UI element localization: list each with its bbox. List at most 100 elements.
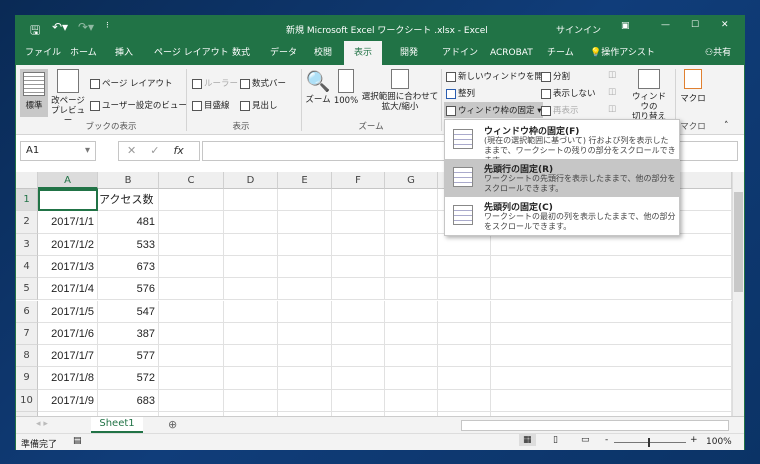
cell[interactable] [278, 367, 332, 390]
cell[interactable] [438, 255, 491, 279]
tab-view[interactable]: 表示 [344, 41, 383, 65]
sync-scroll-icon[interactable]: ◫ [608, 87, 616, 97]
cell[interactable] [159, 189, 224, 212]
cancel-icon[interactable]: ✕ [127, 144, 136, 157]
column-header-C[interactable]: C [159, 172, 224, 189]
zoom-slider[interactable] [614, 438, 686, 447]
cell[interactable]: 387 [98, 322, 159, 346]
tab-file[interactable]: ファイル [19, 41, 67, 65]
cell[interactable] [224, 255, 278, 279]
cell[interactable]: アクセス数 [98, 189, 159, 212]
cell[interactable] [438, 278, 491, 301]
cell[interactable]: 2017/1/1 [38, 211, 98, 234]
cell[interactable] [278, 211, 332, 234]
freeze-menu-item-2[interactable]: 先頭列の固定(C) ワークシートの最初の列を表示したままで、他の部分をスクロールで… [445, 197, 679, 235]
cell[interactable] [385, 300, 438, 323]
collapse-ribbon-icon[interactable]: ˄ [724, 121, 729, 131]
normal-view-button[interactable]: 標準 [20, 69, 48, 117]
cell[interactable] [332, 211, 385, 234]
row-header[interactable]: 5 [16, 278, 38, 301]
cell[interactable]: 2017/1/3 [38, 255, 98, 279]
tab-developer[interactable]: 開発 [394, 41, 424, 65]
cell[interactable] [278, 322, 332, 346]
custom-views-button[interactable]: ユーザー設定のビュー [90, 99, 187, 111]
cell[interactable]: 2017/1/4 [38, 278, 98, 301]
tell-me[interactable]: 💡操作アシスト [584, 41, 661, 65]
cell[interactable] [438, 233, 491, 256]
cell[interactable]: 2017/1/9 [38, 389, 98, 412]
cell[interactable] [159, 367, 224, 390]
sheet-tab-sheet1[interactable]: Sheet1 [91, 417, 143, 433]
cell[interactable] [224, 233, 278, 256]
cell[interactable] [224, 345, 278, 368]
cell[interactable] [491, 255, 732, 279]
page-break-view-icon[interactable]: ▭ [581, 435, 590, 445]
zoom-slider-thumb[interactable] [648, 438, 650, 447]
row-header[interactable]: 1 [16, 189, 38, 212]
cell[interactable] [385, 367, 438, 390]
maximize-button[interactable]: ☐ [691, 20, 699, 30]
row-header[interactable]: 10 [16, 389, 38, 412]
cell[interactable] [491, 345, 732, 368]
name-box[interactable]: A1 ▾ [20, 141, 96, 161]
cell[interactable]: 2017/1/8 [38, 367, 98, 390]
formula-bar-checkbox[interactable]: 数式バー [240, 77, 286, 89]
cell[interactable] [385, 345, 438, 368]
save-icon[interactable]: 🖫 [30, 21, 40, 42]
cell[interactable]: 2017/1/2 [38, 233, 98, 256]
cell[interactable] [278, 278, 332, 301]
cell[interactable] [224, 278, 278, 301]
cell[interactable]: 683 [98, 389, 159, 412]
row-header[interactable]: 3 [16, 233, 38, 256]
column-header-D[interactable]: D [224, 172, 278, 189]
cell[interactable] [438, 322, 491, 346]
undo-icon[interactable]: ↶▾ [52, 20, 68, 34]
cell[interactable] [159, 278, 224, 301]
tab-review[interactable]: 校閲 [308, 41, 338, 65]
tab-acrobat[interactable]: ACROBAT [484, 41, 539, 65]
close-button[interactable]: ✕ [721, 20, 729, 30]
tab-page-layout[interactable]: ページ レイアウト [148, 41, 235, 65]
cell[interactable] [159, 322, 224, 346]
add-sheet-icon[interactable]: ⊕ [168, 418, 177, 431]
qat-customize-icon[interactable]: ⁝ [106, 21, 109, 31]
row-header[interactable]: 7 [16, 322, 38, 346]
column-header-A[interactable]: A [38, 172, 98, 189]
cell[interactable] [224, 211, 278, 234]
cell[interactable] [332, 389, 385, 412]
cell[interactable]: 481 [98, 211, 159, 234]
enter-icon[interactable]: ✓ [150, 144, 159, 157]
cell[interactable] [385, 211, 438, 234]
cell[interactable] [332, 300, 385, 323]
cell[interactable] [159, 345, 224, 368]
freeze-panes-button[interactable]: ウィンドウ枠の固定 ▾ [444, 102, 544, 118]
normal-view-icon[interactable]: ▦ [519, 434, 536, 446]
freeze-menu-item-1[interactable]: 先頭行の固定(R) ワークシートの先頭行を表示したままで、他の部分をスクロールでき… [445, 159, 679, 197]
cell[interactable]: 576 [98, 278, 159, 301]
page-break-preview-button[interactable]: 改ページ プレビュー [50, 69, 86, 126]
split-button[interactable]: 分割 [541, 70, 570, 82]
cell[interactable] [278, 233, 332, 256]
row-header[interactable]: 9 [16, 367, 38, 390]
cell[interactable] [224, 389, 278, 412]
cell[interactable] [491, 233, 732, 256]
tab-team[interactable]: チーム [541, 41, 580, 65]
column-header-F[interactable]: F [332, 172, 385, 189]
cell[interactable] [224, 189, 278, 212]
cell[interactable] [385, 389, 438, 412]
tab-home[interactable]: ホーム [64, 41, 103, 65]
cell[interactable] [332, 322, 385, 346]
select-all-corner[interactable] [16, 172, 38, 189]
row-header[interactable]: 8 [16, 345, 38, 368]
cell[interactable] [491, 367, 732, 390]
horizontal-scrollbar[interactable] [461, 420, 729, 431]
cell[interactable] [38, 189, 98, 212]
cell[interactable] [491, 389, 732, 412]
headings-checkbox[interactable]: 見出し [240, 99, 278, 111]
cell[interactable] [332, 233, 385, 256]
cell[interactable] [491, 278, 732, 301]
row-header[interactable]: 6 [16, 300, 38, 323]
column-header-G[interactable]: G [385, 172, 438, 189]
cell[interactable] [332, 189, 385, 212]
zoom-in-button[interactable]: + [690, 435, 698, 445]
